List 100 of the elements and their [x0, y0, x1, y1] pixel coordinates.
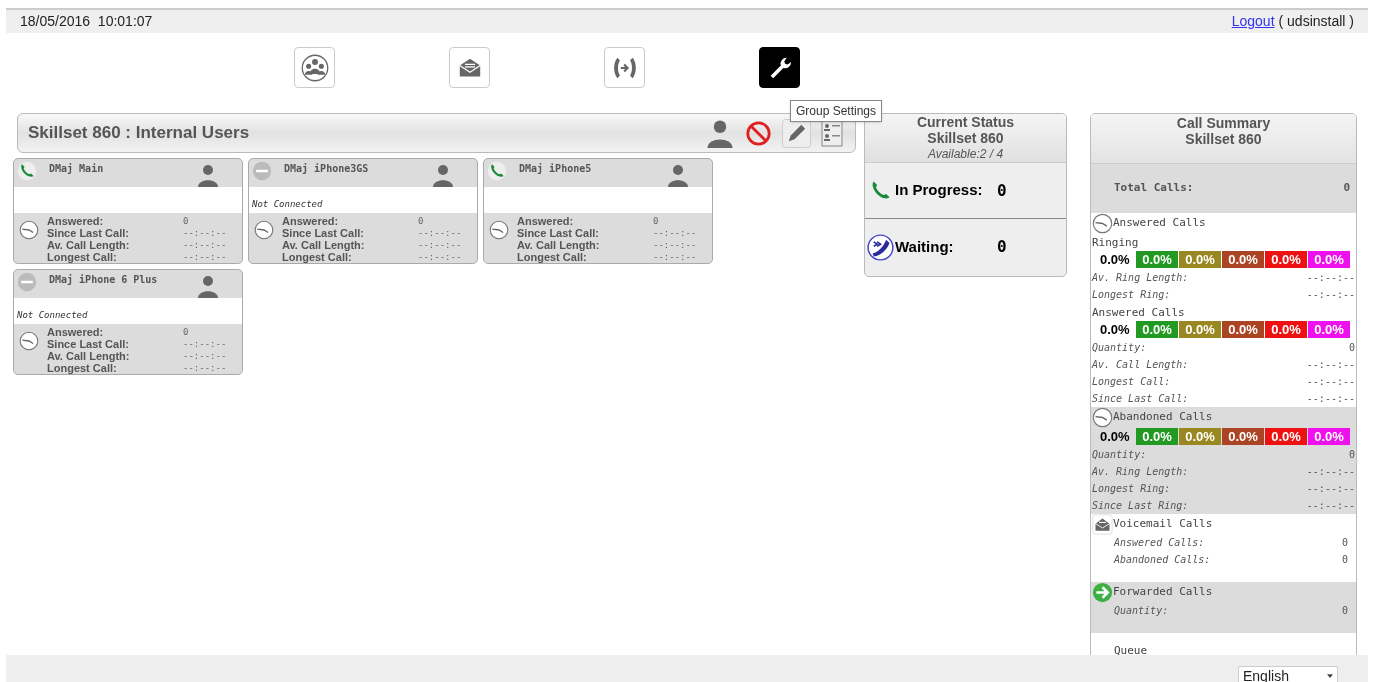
stat-value: --:--:-- [418, 240, 462, 250]
percentage-cell: 0.0% [1265, 428, 1307, 445]
stat-value: --:--:-- [1306, 499, 1355, 513]
user-card[interactable]: DMaj iPhone 6 Plus Not Connected Answered: 0 Since Last Call: --:--:-- Av. Call Length: --:--:-- Longest Call: --:--:-- [13, 269, 243, 375]
stat-label: Quantity: [1092, 341, 1147, 355]
logout-link[interactable]: Logout [1231, 11, 1275, 32]
percentage-cell: 0.0% [1308, 428, 1350, 445]
stat-label: Answered: [47, 215, 105, 227]
clock-icon [489, 220, 509, 240]
person-icon [431, 163, 455, 187]
stat-label: Answered: [47, 326, 105, 338]
user-card[interactable]: DMaj Main Answered: 0 Since Last Call: --:--:-- Av. Call Length: --:--:-- Longest Call: --:--:-- [13, 158, 243, 264]
stat-label: Longest Call: [282, 251, 352, 263]
clock-icon [254, 220, 274, 240]
status-value: 0 [997, 236, 1007, 258]
stat-value: --:--:-- [183, 252, 227, 262]
stat-value: 0 [183, 327, 189, 337]
stat-value: --:--:-- [183, 228, 227, 238]
section-title: Queue [1114, 642, 1148, 659]
percentage-cell-text: 0.0% [1099, 321, 1131, 338]
stat-label: Av. Ring Length: [1092, 271, 1189, 285]
stat-label: Longest Ring: [1092, 482, 1171, 496]
availability: Available:2 / 4 [927, 146, 1004, 162]
stat-label: Since Last Call: [47, 227, 130, 239]
stat-label: Since Last Call: [282, 227, 365, 239]
percentage-cell: 0.0% [1222, 251, 1264, 268]
percentage-cell: 0.0% [1136, 251, 1178, 268]
transfer-button[interactable] [604, 47, 645, 88]
stat-label: Av. Call Length: [282, 239, 366, 251]
percentage-cell: 0.0% [1265, 251, 1307, 268]
percentage-cell: 0.0% [1179, 428, 1221, 445]
date-time: 18/05/2016 10:01:07 [20, 12, 153, 31]
percentage-cell: 0.0% [1136, 428, 1178, 445]
stat-value: --:--:-- [1306, 465, 1355, 479]
stat-label: Longest Call: [1092, 375, 1171, 389]
stat-value: 0 [1341, 536, 1348, 550]
total-value: 0 [1343, 180, 1350, 197]
stat-value: --:--:-- [183, 339, 227, 349]
stat-value: 0 [1348, 448, 1355, 462]
panel-title: Call Summary [1176, 115, 1271, 131]
percentage-cell: 0.0% [1308, 321, 1350, 338]
clock-icon [19, 220, 39, 240]
stat-label: Answered: [282, 215, 340, 227]
clock-icon [19, 331, 39, 351]
panel-subtitle: Skillset 860 [927, 130, 1004, 146]
stat-label: Av. Call Length: [47, 350, 131, 362]
tooltip: Group Settings [790, 100, 883, 122]
stat-value: --:--:-- [1306, 392, 1355, 406]
percentage-cell-text: 0.0% [1099, 251, 1131, 268]
panel-title: Current Status [916, 114, 1015, 130]
stat-label: Av. Call Length: [47, 239, 131, 251]
stat-value: 0 [183, 216, 189, 226]
stat-label: Av. Ring Length: [1092, 465, 1189, 479]
status-value: 0 [997, 179, 1007, 202]
section-title: Voicemail Calls [1113, 515, 1213, 532]
stat-value: 0 [1348, 341, 1355, 355]
stat-value: --:--:-- [1306, 271, 1355, 285]
percentage-cell: 0.0% [1179, 251, 1221, 268]
stat-label: Since Last Call: [1092, 392, 1189, 406]
stat-value: --:--:-- [1306, 358, 1355, 372]
stat-value: --:--:-- [1306, 482, 1355, 496]
group-title: Ringing [1091, 235, 1140, 250]
percentage-cell-text: 0.0% [1099, 428, 1131, 445]
connection-status: Not Connected [252, 199, 323, 209]
status-label: Waiting: [895, 236, 955, 257]
stat-label: Av. Call Length: [517, 239, 601, 251]
group-title: Answered Calls [1091, 305, 1186, 320]
user-name: DMaj Main [49, 162, 105, 176]
stat-label: Abandoned Calls: [1114, 553, 1211, 567]
stat-label: Answered: [517, 215, 575, 227]
user-name: DMaj iPhone 6 Plus [49, 273, 159, 287]
stat-value: --:--:-- [183, 363, 227, 373]
panel-subtitle: Skillset 860 [1185, 131, 1262, 147]
section-title: Answered Calls [1113, 214, 1206, 231]
pencil-icon[interactable] [782, 118, 811, 148]
prohibited-icon[interactable] [745, 119, 772, 147]
skillset-title: Skillset 860 : Internal Users [28, 122, 250, 145]
stat-value: 0 [418, 216, 424, 226]
person-icon [196, 274, 220, 298]
section-title: Abandoned Calls [1113, 408, 1213, 425]
contact-list-icon[interactable] [821, 119, 843, 147]
stat-value: --:--:-- [1306, 288, 1355, 302]
user-card[interactable]: DMaj iPhone5 Answered: 0 Since Last Call: --:--:-- Av. Call Length: --:--:-- Longest Call: --:--:-- [483, 158, 713, 264]
user-name: ( udsinstall ) [1278, 12, 1354, 31]
stat-label: Since Last Ring: [1092, 499, 1189, 513]
stat-label: Av. Call Length: [1092, 358, 1189, 372]
envelope-button[interactable] [449, 47, 490, 88]
stat-label: Longest Call: [517, 251, 587, 263]
stat-value: --:--:-- [183, 240, 227, 250]
wrench-button[interactable] [759, 47, 800, 88]
stat-label: Since Last Call: [517, 227, 600, 239]
percentage-cell: 0.0% [1136, 321, 1178, 338]
user-card[interactable]: DMaj iPhone3GS Not Connected Answered: 0 Since Last Call: --:--:-- Av. Call Length: --:--:-- Longest Call: --:--:-- [248, 158, 478, 264]
stat-value: 0 [653, 216, 659, 226]
stat-label: Longest Call: [47, 362, 117, 374]
user-name: DMaj iPhone3GS [284, 162, 370, 176]
group-button[interactable] [294, 47, 335, 88]
status-label: In Progress: [895, 180, 984, 201]
percentage-cell: 0.0% [1222, 321, 1264, 338]
stat-value: --:--:-- [653, 252, 697, 262]
